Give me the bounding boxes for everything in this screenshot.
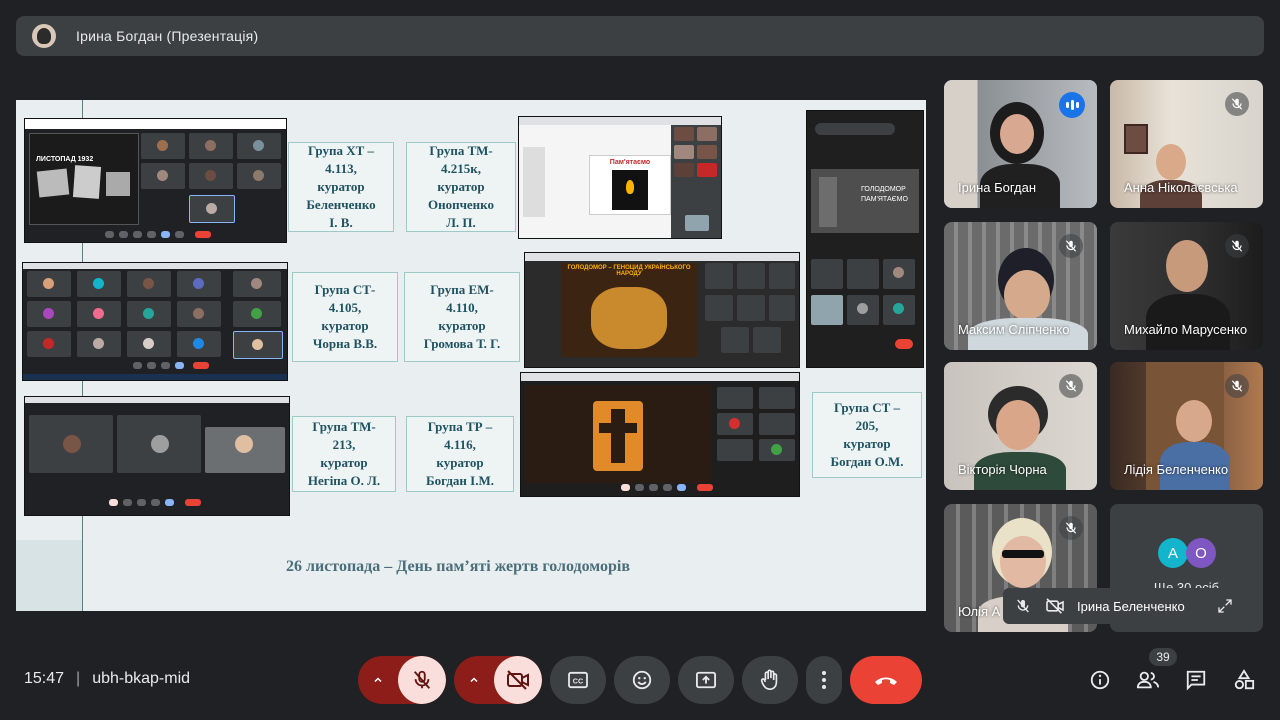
participant-tile-lidiia[interactable]: Лідія Беленченко — [1110, 362, 1263, 490]
camera-options-button[interactable] — [454, 656, 494, 704]
people-icon — [1136, 669, 1160, 691]
slide-corner-decoration — [16, 540, 82, 611]
participant-tile-iryna-bohdan[interactable]: Ірина Богдан — [944, 80, 1097, 208]
participant-tile-viktoriia[interactable]: Вікторія Чорна — [944, 362, 1097, 490]
more-avatar-a: А — [1158, 538, 1188, 568]
present-screen-button[interactable] — [678, 656, 734, 704]
screenshot-5-phone: ГОЛОДОМОР ПАМ'ЯТАЄМО — [806, 110, 924, 368]
group-label-tm-213: Група ТМ- 213, куратор Негіпа О. Л. — [292, 416, 396, 492]
camera-off-icon — [1045, 598, 1065, 614]
more-vert-icon — [821, 670, 827, 690]
leave-call-button[interactable] — [850, 656, 922, 704]
participant-name: Максим Сліпченко — [958, 322, 1070, 337]
hand-icon — [759, 668, 781, 692]
more-avatar-o: О — [1186, 538, 1216, 568]
screenshot-3 — [24, 396, 290, 516]
group-label-st-4-105: Група СТ- 4.105, куратор Чорна В.В. — [292, 272, 398, 362]
poster-label: ЛИСТОПАД 1932 — [36, 156, 94, 163]
mic-off-icon — [1225, 234, 1249, 258]
screenshot-2 — [22, 262, 288, 381]
group-label-tm-4-215k: Група ТМ- 4.215к, куратор Онопченко Л. П… — [406, 142, 516, 232]
shapes-icon — [1233, 669, 1255, 691]
holodomor-banner: ГОЛОДОМОР – ГЕНОЦИД УКРАЇНСЬКОГО НАРОДУ — [567, 265, 691, 277]
participants-count-badge: 39 — [1149, 648, 1177, 666]
participant-tile-maksym[interactable]: Максим Сліпченко — [944, 222, 1097, 350]
mic-off-icon — [1059, 234, 1083, 258]
phone-text: ГОЛОДОМОР ПАМ'ЯТАЄМО — [861, 186, 908, 203]
group-label-xt-4-113: Група ХТ – 4.113, куратор Беленченко І. … — [288, 142, 394, 232]
expand-icon[interactable] — [1217, 598, 1233, 614]
raise-hand-button[interactable] — [742, 656, 798, 704]
group-label-st-205: Група СТ – 205, куратор Богдан О.М. — [812, 392, 922, 478]
screenshot-1: ЛИСТОПАД 1932 — [24, 118, 287, 243]
mic-off-icon — [1225, 92, 1249, 116]
svg-text:CC: CC — [573, 677, 583, 686]
screenshot-4: Пам'ятаємо — [518, 116, 722, 239]
presenter-avatar — [32, 24, 56, 48]
participant-name: Ірина Богдан — [958, 180, 1037, 195]
chat-icon — [1185, 669, 1207, 691]
slide-caption: 26 листопада – День пам’яті жертв голодо… — [286, 558, 630, 575]
meeting-code: ubh-bkap-mid — [92, 670, 191, 687]
mic-options-button[interactable] — [358, 656, 398, 704]
people-button[interactable] — [1136, 668, 1160, 692]
camera-control-group — [454, 656, 542, 704]
speaking-indicator-icon — [1059, 92, 1085, 118]
self-view-name: Ірина Беленченко — [1077, 598, 1185, 614]
group-label-tr-4-116: Група ТР – 4.116, куратор Богдан І.М. — [406, 416, 514, 492]
participant-tile-anna[interactable]: Анна Ніколаєвська — [1110, 80, 1263, 208]
presenter-bar: Ірина Богдан (Презентація) — [16, 16, 1264, 56]
mic-off-icon — [1059, 516, 1083, 540]
present-icon — [695, 670, 717, 690]
mic-toggle-button[interactable] — [398, 656, 446, 704]
captions-icon: CC — [567, 671, 589, 689]
mic-off-icon — [1225, 374, 1249, 398]
info-icon — [1089, 669, 1111, 691]
presentation-slide: ЛИСТОПАД 1932 Пам'ятаємо ГОЛОДОМОР ПАМ'Я… — [16, 100, 926, 611]
mic-off-icon — [1015, 598, 1031, 614]
captions-button[interactable]: CC — [550, 656, 606, 704]
mic-off-icon — [1059, 374, 1083, 398]
meeting-details-button[interactable] — [1088, 668, 1112, 692]
group-label-em-4-110: Група ЕМ- 4.110, куратор Громова Т. Г. — [404, 272, 520, 362]
participant-name: Анна Ніколаєвська — [1124, 180, 1238, 195]
participant-name: Михайло Марусенко — [1124, 322, 1248, 337]
end-call-icon — [873, 674, 899, 686]
participant-name: Юлія А — [958, 604, 1001, 619]
participant-name: Лідія Беленченко — [1124, 462, 1229, 477]
reactions-button[interactable] — [614, 656, 670, 704]
screenshot-7 — [520, 372, 800, 497]
emoji-icon — [631, 669, 653, 691]
self-view-bar[interactable]: Ірина Беленченко — [1003, 588, 1247, 624]
meeting-info: 15:47 | ubh-bkap-mid — [24, 670, 190, 688]
camera-toggle-button[interactable] — [494, 656, 542, 704]
mic-control-group — [358, 656, 446, 704]
clock-time: 15:47 — [24, 670, 65, 687]
memory-title: Пам'ятаємо — [609, 159, 651, 166]
screenshot-6: ГОЛОДОМОР – ГЕНОЦИД УКРАЇНСЬКОГО НАРОДУ — [524, 252, 800, 368]
participant-tile-mykhailo[interactable]: Михайло Марусенко — [1110, 222, 1263, 350]
activities-button[interactable] — [1232, 668, 1256, 692]
presenter-title: Ірина Богдан (Презентація) — [76, 28, 259, 44]
more-options-button[interactable] — [806, 656, 842, 704]
separator: | — [76, 670, 81, 687]
chat-button[interactable] — [1184, 668, 1208, 692]
participant-name: Вікторія Чорна — [958, 462, 1047, 477]
